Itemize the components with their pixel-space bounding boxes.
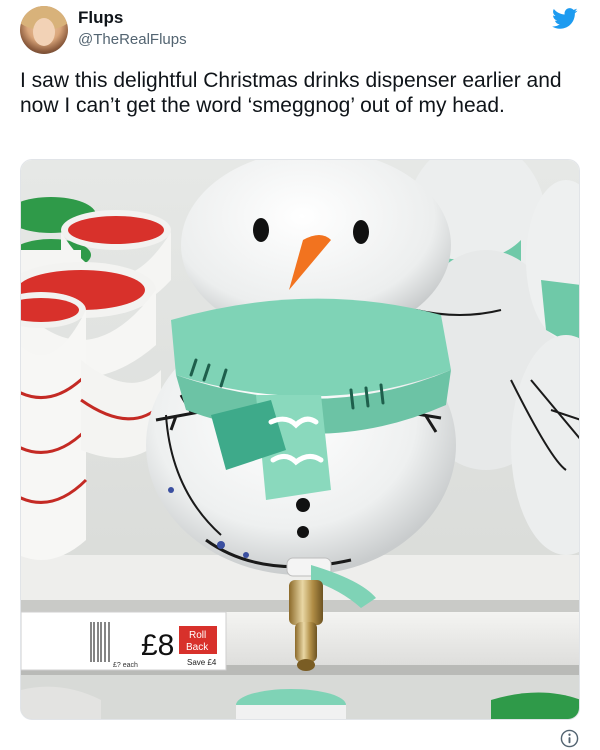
tweet-photo[interactable]: £8 £? each Roll Back Save £4 — [20, 159, 580, 720]
tweet-text: I saw this delightful Christmas drinks d… — [20, 69, 562, 117]
user-handle[interactable]: @TheRealFlups — [78, 30, 187, 50]
author-info[interactable]: Flups @TheRealFlups — [78, 8, 187, 50]
snowman-dispenser-photo: £8 £? each Roll Back Save £4 — [21, 160, 579, 719]
price-each-text: £? each — [113, 662, 138, 669]
rollback-line2: Back — [186, 642, 209, 653]
info-icon[interactable] — [560, 729, 579, 748]
save-text: Save £4 — [187, 658, 217, 667]
display-name[interactable]: Flups — [78, 8, 187, 28]
tweet-header: Flups @TheRealFlups — [20, 6, 580, 56]
avatar[interactable] — [20, 6, 68, 54]
rollback-line1: Roll — [189, 630, 206, 641]
twitter-bird-icon[interactable] — [552, 8, 578, 30]
price-label: £8 £? each Roll Back Save £4 — [21, 611, 227, 671]
price-text: £8 — [141, 629, 174, 662]
